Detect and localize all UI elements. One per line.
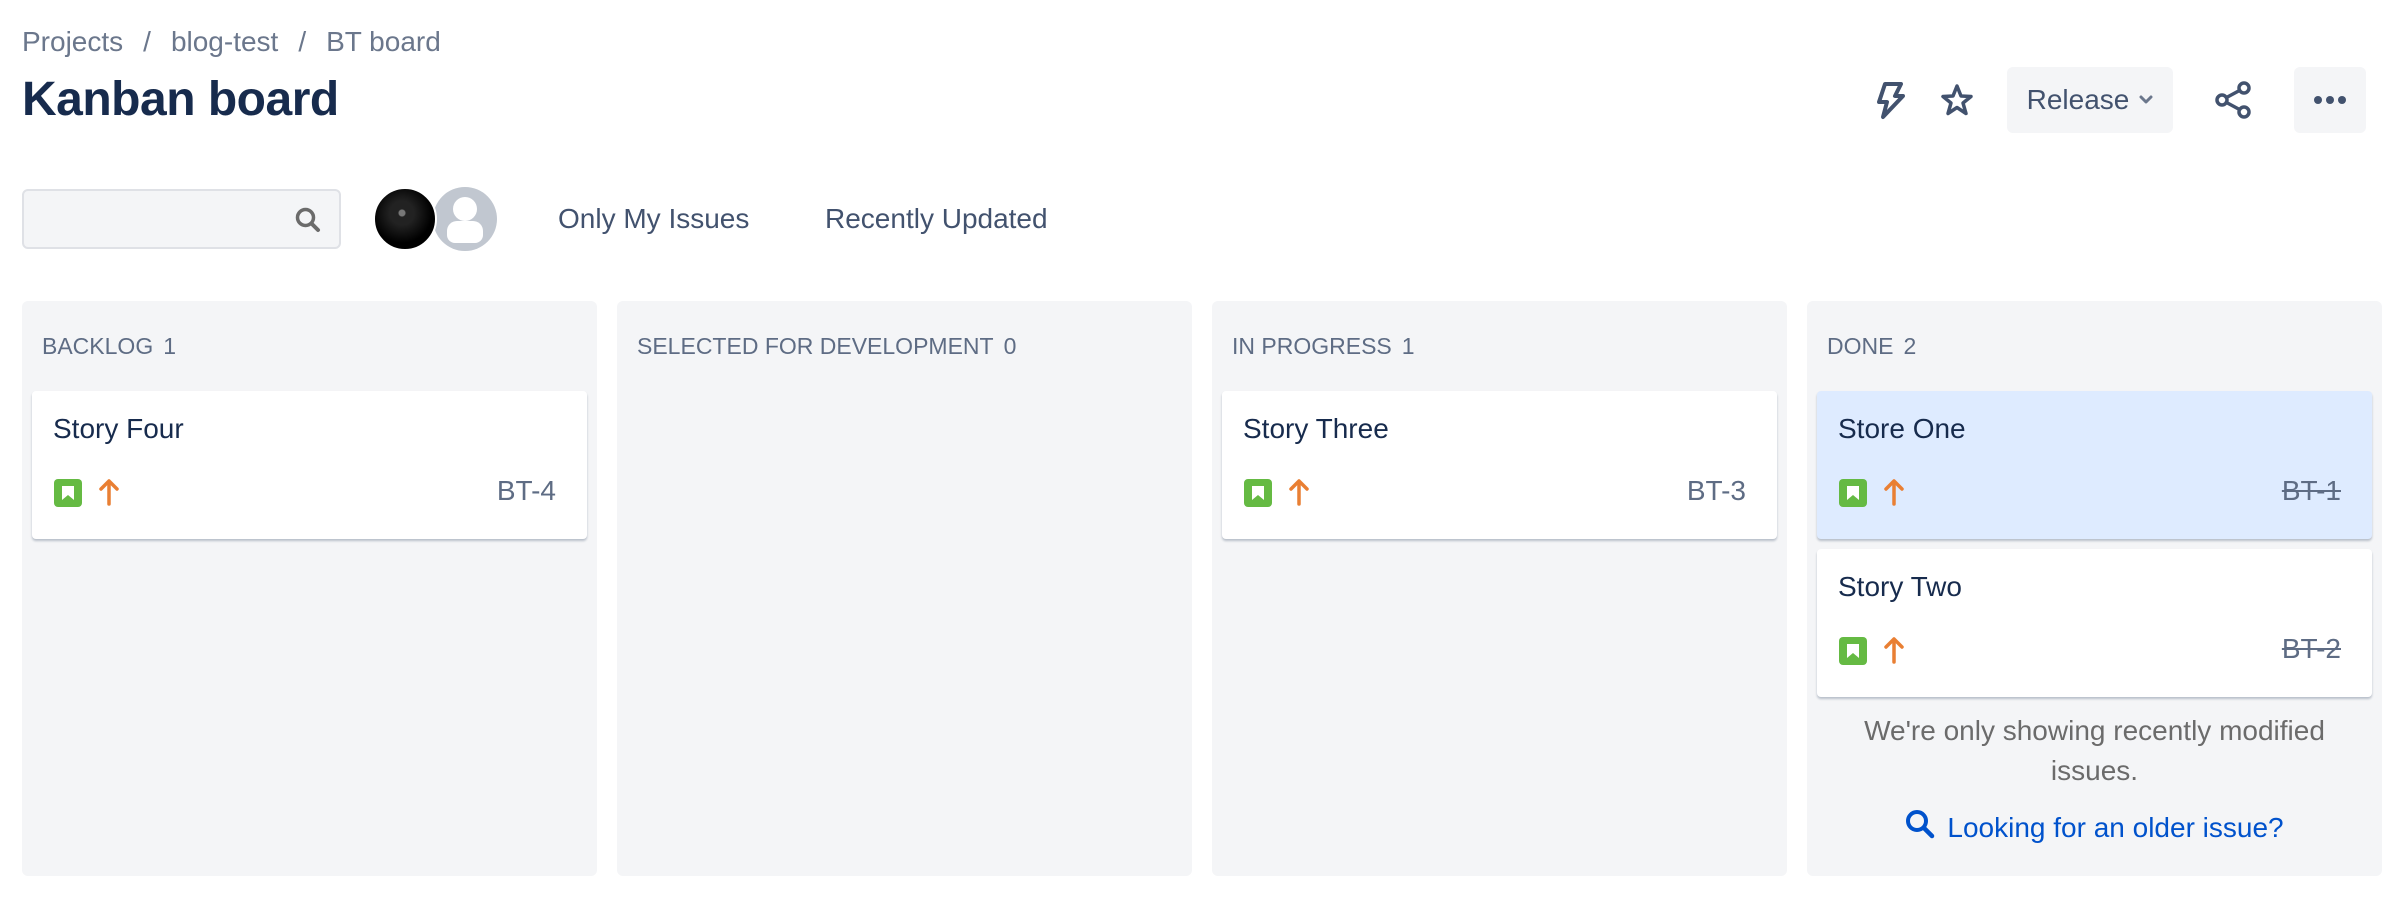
breadcrumb-separator: / — [298, 26, 307, 57]
star-icon — [1940, 83, 1974, 117]
share-icon — [2214, 80, 2254, 120]
older-issue-link[interactable]: Looking for an older issue? — [1817, 809, 2372, 846]
avatar[interactable] — [373, 187, 437, 251]
issue-title: Store One — [1838, 413, 1966, 444]
column-title: BACKLOG — [42, 332, 154, 359]
search-input[interactable] — [24, 191, 339, 247]
column-title: IN PROGRESS — [1232, 332, 1392, 359]
story-icon — [1244, 479, 1272, 507]
priority-high-icon — [1883, 477, 1905, 507]
column-in-progress: IN PROGRESS 1 Story Three BT-3 — [1212, 301, 1787, 876]
story-icon — [1839, 479, 1867, 507]
person-icon-head — [453, 197, 477, 221]
kanban-board: BACKLOG 1 Story Four BT-4 SELECTED FOR D… — [22, 301, 2382, 876]
column-backlog: BACKLOG 1 Story Four BT-4 — [22, 301, 597, 876]
release-dropdown-button[interactable]: Release — [2007, 67, 2173, 133]
release-label: Release — [2026, 84, 2130, 115]
column-header: SELECTED FOR DEVELOPMENT 0 — [627, 301, 1182, 391]
search-box — [22, 189, 341, 249]
issue-card[interactable]: Story Four BT-4 — [32, 391, 587, 539]
story-icon — [54, 479, 82, 507]
more-icon — [2314, 95, 2346, 105]
column-count: 0 — [1003, 332, 1017, 359]
issue-key[interactable]: BT-4 — [497, 475, 556, 507]
column-header: BACKLOG 1 — [32, 301, 587, 391]
automation-button[interactable] — [1868, 67, 1912, 133]
issue-title: Story Four — [53, 413, 184, 444]
issue-card[interactable]: Story Two BT-2 — [1817, 549, 2372, 697]
issue-key[interactable]: BT-1 — [2282, 475, 2341, 507]
breadcrumb-projects[interactable]: Projects — [22, 26, 123, 58]
quick-filter-recently-updated[interactable]: Recently Updated — [825, 201, 1048, 237]
story-icon — [1839, 637, 1867, 665]
issue-card[interactable]: Story Three BT-3 — [1222, 391, 1777, 539]
issue-key[interactable]: BT-3 — [1687, 475, 1746, 507]
older-issue-link-text: Looking for an older issue? — [1947, 811, 2284, 843]
priority-high-icon — [1883, 635, 1905, 665]
star-button[interactable] — [1935, 67, 1979, 133]
recent-issues-note: We're only showing recently modified iss… — [1864, 715, 2325, 786]
board-toolbar: Only My Issues Recently Updated — [0, 187, 2388, 251]
column-header: IN PROGRESS 1 — [1222, 301, 1777, 391]
search-icon — [295, 207, 321, 233]
board-actions: Release — [0, 67, 2388, 133]
column-title: DONE — [1827, 332, 1894, 359]
breadcrumb-separator: / — [143, 26, 151, 57]
person-icon-body — [447, 221, 483, 243]
lightning-icon — [1875, 80, 1905, 120]
issue-title: Story Three — [1243, 413, 1389, 444]
more-actions-button[interactable] — [2294, 67, 2366, 133]
search-icon — [1905, 809, 1935, 846]
column-title: SELECTED FOR DEVELOPMENT — [637, 332, 994, 359]
issue-card-selected[interactable]: Store One BT-1 — [1817, 391, 2372, 539]
issue-key[interactable]: BT-2 — [2282, 633, 2341, 665]
avatar-unassigned[interactable] — [433, 187, 497, 251]
priority-high-icon — [98, 477, 120, 507]
breadcrumb-board[interactable]: BT board — [326, 26, 441, 58]
issue-title: Story Two — [1838, 571, 1962, 602]
quick-filter-only-my-issues[interactable]: Only My Issues — [558, 201, 749, 237]
column-done: DONE 2 Store One BT-1 Story Two BT-2 We'… — [1807, 301, 2382, 876]
column-count: 1 — [1401, 332, 1415, 359]
column-header: DONE 2 — [1817, 301, 2372, 391]
breadcrumb: Projects / blog-test / BT board — [22, 24, 441, 60]
column-selected-for-development: SELECTED FOR DEVELOPMENT 0 — [617, 301, 1192, 876]
chevron-down-icon — [2139, 95, 2153, 105]
share-button[interactable] — [2210, 67, 2258, 133]
breadcrumb-project[interactable]: blog-test — [171, 26, 278, 58]
column-count: 1 — [163, 332, 177, 359]
priority-high-icon — [1288, 477, 1310, 507]
column-count: 2 — [1903, 332, 1917, 359]
